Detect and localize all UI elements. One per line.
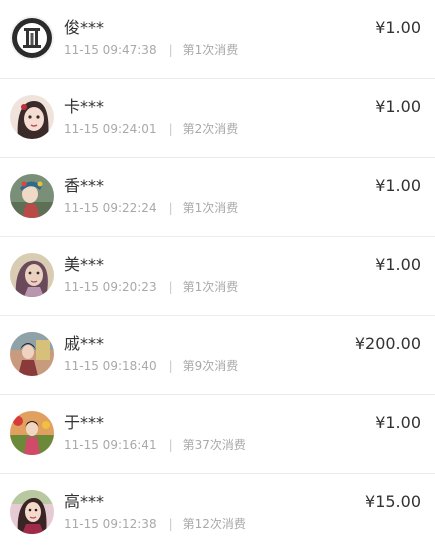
consumption-count: 第12次消费 [182,517,246,531]
record-meta: 11-15 09:12:38 | 第12次消费 [64,516,246,532]
record-meta: 11-15 09:24:01 | 第2次消费 [64,121,238,137]
list-item[interactable]: 美*** 11-15 09:20:23 | 第1次消费 ¥1.00 [0,237,435,316]
record-time: 11-15 09:24:01 [64,122,157,136]
separator: | [168,280,173,294]
amount: ¥1.00 [375,97,421,116]
list-item[interactable]: 俊*** 11-15 09:47:38 | 第1次消费 ¥1.00 [0,0,435,79]
amount: ¥200.00 [354,334,421,353]
person-photo-avatar-icon [10,332,54,376]
consumption-count: 第1次消费 [182,280,239,294]
flower-woman-avatar-icon [10,411,54,455]
amount: ¥1.00 [375,176,421,195]
separator: | [168,438,173,452]
record-time: 11-15 09:20:23 [64,280,157,294]
consumption-count: 第1次消费 [182,201,239,215]
amount: ¥1.00 [375,255,421,274]
user-name: 俊*** [64,18,105,37]
user-name: 香*** [64,176,105,195]
record-meta: 11-15 09:16:41 | 第37次消费 [64,437,246,453]
consumption-count: 第1次消费 [182,43,239,57]
consumption-count: 第9次消费 [182,359,239,373]
record-time: 11-15 09:16:41 [64,438,157,452]
separator: | [168,122,173,136]
separator: | [168,201,173,215]
consumption-record-list: 俊*** 11-15 09:47:38 | 第1次消费 ¥1.00 卡*** 11-… [0,0,435,553]
consumption-count: 第37次消费 [182,438,246,452]
record-time: 11-15 09:47:38 [64,43,157,57]
record-meta: 11-15 09:47:38 | 第1次消费 [64,42,238,58]
list-item[interactable]: 卡*** 11-15 09:24:01 | 第2次消费 ¥1.00 [0,79,435,158]
amount: ¥1.00 [375,413,421,432]
woman-portrait-avatar-icon [10,253,54,297]
user-name: 卡*** [64,97,105,116]
user-name: 高*** [64,492,105,511]
amount: ¥15.00 [365,492,421,511]
amount: ¥1.00 [375,18,421,37]
separator: | [168,43,173,57]
record-meta: 11-15 09:20:23 | 第1次消费 [64,279,238,295]
user-name: 美*** [64,255,105,274]
record-meta: 11-15 09:22:24 | 第1次消费 [64,200,238,216]
record-meta: 11-15 09:18:40 | 第9次消费 [64,358,238,374]
record-time: 11-15 09:22:24 [64,201,157,215]
anime-girl-avatar-icon [10,95,54,139]
separator: | [168,517,173,531]
record-time: 11-15 09:12:38 [64,517,157,531]
list-item[interactable]: 戚*** 11-15 09:18:40 | 第9次消费 ¥200.00 [0,316,435,395]
separator: | [168,359,173,373]
list-item[interactable]: 高*** 11-15 09:12:38 | 第12次消费 ¥15.00 [0,474,435,553]
emblem-avatar-icon [10,16,54,60]
list-item[interactable]: 于*** 11-15 09:16:41 | 第37次消费 ¥1.00 [0,395,435,474]
user-name: 戚*** [64,334,105,353]
girl-selfie-avatar-icon [10,490,54,534]
opera-costume-avatar-icon [10,174,54,218]
consumption-count: 第2次消费 [182,122,239,136]
list-item[interactable]: 香*** 11-15 09:22:24 | 第1次消费 ¥1.00 [0,158,435,237]
user-name: 于*** [64,413,105,432]
record-time: 11-15 09:18:40 [64,359,157,373]
